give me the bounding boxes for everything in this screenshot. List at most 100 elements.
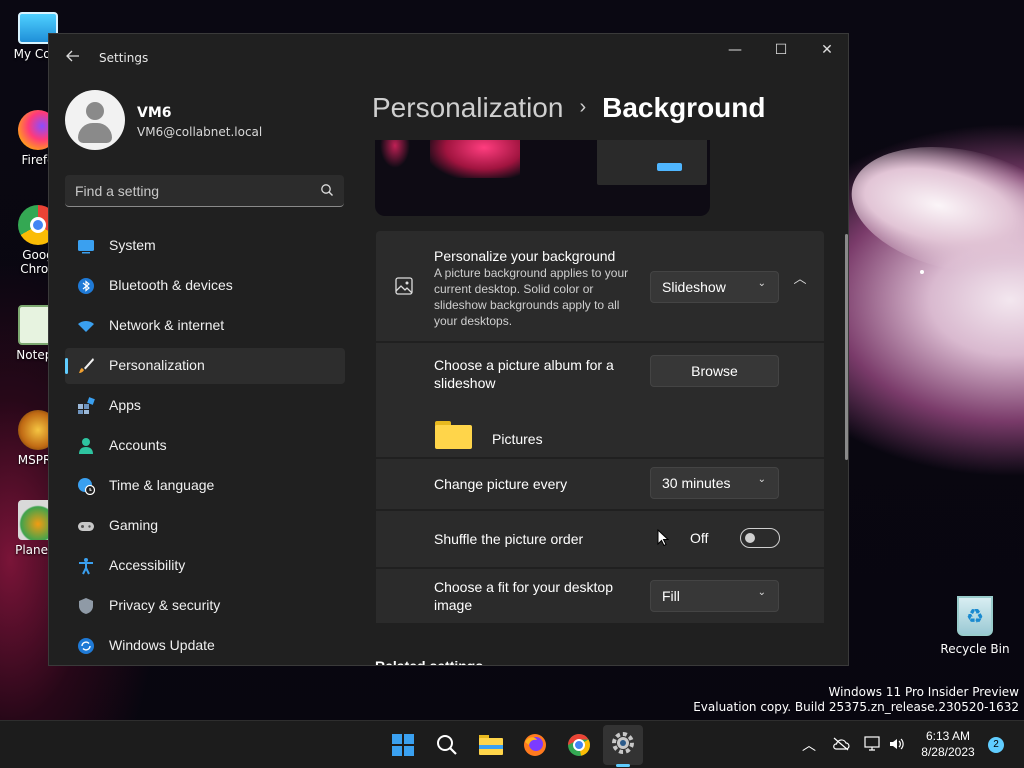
wifi-icon <box>78 320 94 332</box>
sidebar-item-label: Accessibility <box>109 557 186 573</box>
watermark-build: Evaluation copy. Build 25375.zn_release.… <box>693 700 1019 714</box>
user-name: VM6 <box>137 105 172 121</box>
clock-time: 6:13 AM <box>925 729 971 743</box>
firefox-button[interactable] <box>515 729 555 768</box>
sidebar-nav: System Bluetooth & devices Network & int… <box>65 228 345 665</box>
sidebar-item-label: Apps <box>109 397 141 413</box>
taskbar-search-button[interactable] <box>427 729 467 768</box>
preview-art <box>380 140 410 168</box>
title-bar[interactable]: Settings — ☐ ✕ <box>49 34 848 82</box>
sidebar-item-label: Network & internet <box>109 317 225 333</box>
sidebar-item-network[interactable]: Network & internet <box>65 308 345 344</box>
cloud-off-icon[interactable] <box>832 736 850 752</box>
dropdown-value: 30 minutes <box>662 475 731 491</box>
sidebar-item-label: System <box>109 237 156 253</box>
maximize-button[interactable]: ☐ <box>758 34 804 66</box>
evaluation-watermark: Windows 11 Pro Insider Preview Evaluatio… <box>693 685 1019 715</box>
breadcrumb-parent[interactable]: Personalization <box>372 92 563 123</box>
chrome-button[interactable] <box>559 729 599 768</box>
preview-window <box>597 140 707 185</box>
background-type-dropdown[interactable]: Slideshow ⌄ <box>650 271 779 303</box>
notification-badge[interactable]: 2 <box>988 737 1004 753</box>
wallpaper-dot <box>920 270 924 274</box>
background-title: Personalize your background <box>434 248 616 264</box>
app-title: Settings <box>99 51 149 65</box>
breadcrumb: Personalization › Background <box>372 92 765 124</box>
sidebar-item-windows-update[interactable]: Windows Update <box>65 628 345 664</box>
sidebar-item-system[interactable]: System <box>65 228 345 264</box>
network-icon[interactable] <box>864 736 882 752</box>
interval-title: Change picture every <box>434 476 568 492</box>
folder-icon <box>435 421 472 449</box>
sidebar-item-label: Time & language <box>109 477 215 493</box>
chevron-up-icon[interactable]: ︿ <box>788 268 812 292</box>
sidebar-item-label: Gaming <box>109 517 159 533</box>
taskbar: ︿ 6:13 AM 8/28/2023 2 <box>0 720 1024 768</box>
chevron-up-icon[interactable]: ︿ <box>802 735 816 755</box>
settings-taskbar-button[interactable] <box>603 725 643 767</box>
sidebar-item-label: Accounts <box>109 437 167 453</box>
page-title: Background <box>602 92 766 123</box>
shield-icon <box>79 598 93 614</box>
recycle-bin-label: Recycle Bin <box>940 642 1010 656</box>
change-picture-row: Change picture every 30 minutes ⌄ <box>376 459 824 509</box>
breadcrumb-separator: › <box>579 96 587 118</box>
settings-window: Settings — ☐ ✕ VM6 VM6@collabnet.local S… <box>48 33 849 666</box>
sidebar-item-gaming[interactable]: Gaming <box>65 508 345 544</box>
sidebar-item-time-language[interactable]: Time & language <box>65 468 345 504</box>
background-description: A picture background applies to your cur… <box>434 266 629 328</box>
watermark-edition: Windows 11 Pro Insider Preview <box>828 685 1019 699</box>
interval-dropdown[interactable]: 30 minutes ⌄ <box>650 467 779 499</box>
close-button[interactable]: ✕ <box>804 34 848 66</box>
recycle-bin-icon-item[interactable]: Recycle Bin <box>940 596 1010 656</box>
desktop-preview <box>375 140 710 216</box>
shuffle-title: Shuffle the picture order <box>434 531 584 547</box>
sidebar-item-label: Windows Update <box>109 637 215 653</box>
settings-search[interactable] <box>65 175 344 207</box>
sidebar-item-bluetooth[interactable]: Bluetooth & devices <box>65 268 345 304</box>
scrollbar[interactable] <box>845 234 848 460</box>
fit-row: Choose a fit for your desktop image Fill… <box>376 569 824 623</box>
gear-icon <box>612 732 634 754</box>
search-icon[interactable] <box>320 183 334 197</box>
gamepad-icon <box>78 522 94 531</box>
shuffle-toggle[interactable] <box>740 528 780 548</box>
update-icon <box>78 638 94 654</box>
search-icon <box>437 735 457 755</box>
search-input[interactable] <box>75 181 305 201</box>
apps-icon <box>78 397 95 414</box>
user-email: VM6@collabnet.local <box>137 125 263 139</box>
sidebar-item-accessibility[interactable]: Accessibility <box>65 548 345 584</box>
start-button[interactable] <box>383 729 423 768</box>
sidebar-item-apps[interactable]: Apps <box>65 388 345 424</box>
accessibility-icon <box>79 558 93 575</box>
file-explorer-button[interactable] <box>471 729 511 768</box>
folder-icon <box>479 735 503 755</box>
fit-dropdown[interactable]: Fill ⌄ <box>650 580 779 612</box>
dropdown-value: Slideshow <box>662 279 726 295</box>
sidebar-item-label: Privacy & security <box>109 597 221 613</box>
sidebar-item-privacy[interactable]: Privacy & security <box>65 588 345 624</box>
folder-label: Pictures <box>492 431 543 447</box>
volume-icon[interactable] <box>888 736 906 752</box>
sidebar-item-label: Bluetooth & devices <box>109 277 233 293</box>
personalize-background-card: Personalize your background A picture ba… <box>376 231 824 341</box>
recycle-bin-icon <box>957 596 993 636</box>
globe-clock-icon <box>78 478 95 495</box>
album-title: Choose a picture album for a slideshow <box>434 357 614 391</box>
sidebar-item-accounts[interactable]: Accounts <box>65 428 345 464</box>
preview-art <box>430 140 520 178</box>
monitor-icon <box>78 240 94 254</box>
sidebar-item-personalization[interactable]: Personalization <box>65 348 345 384</box>
browse-button[interactable]: Browse <box>650 355 779 387</box>
chevron-down-icon: ⌄ <box>757 278 766 289</box>
wallpaper-streak <box>839 128 1024 292</box>
minimize-button[interactable]: — <box>712 34 758 66</box>
mouse-cursor-icon <box>657 529 669 547</box>
back-arrow-icon[interactable] <box>63 48 83 68</box>
related-settings-heading: Related settings <box>375 658 484 666</box>
system-clock[interactable]: 6:13 AM 8/28/2023 <box>918 728 978 760</box>
dropdown-value: Fill <box>662 588 680 604</box>
album-card: Choose a picture album for a slideshow B… <box>376 343 824 457</box>
toggle-state-label: Off <box>690 530 709 546</box>
